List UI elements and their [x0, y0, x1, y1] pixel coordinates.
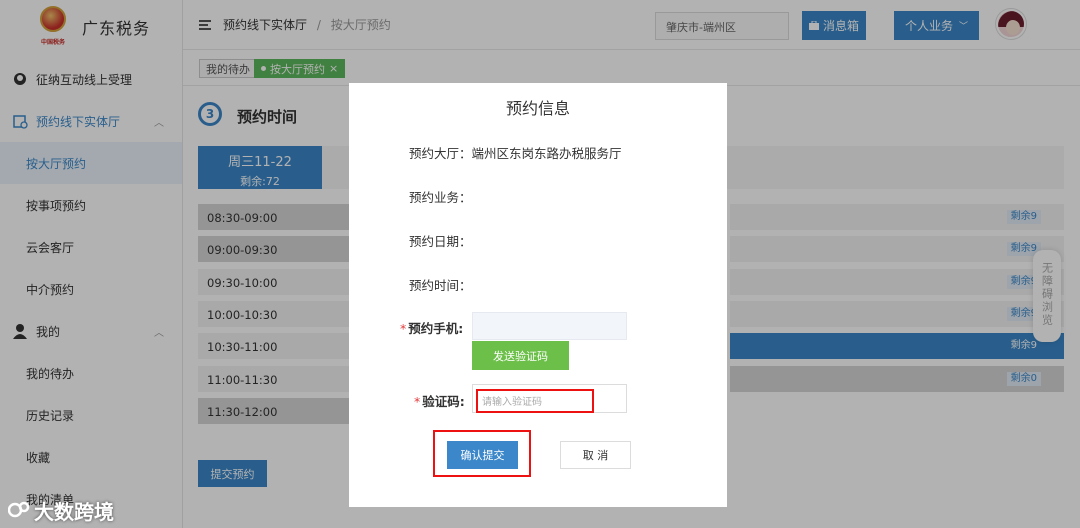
code-label: * 验证码: [414, 394, 465, 409]
highlight-box-code [476, 389, 594, 413]
date-row: 预约日期： [409, 234, 472, 249]
highlight-box-confirm [433, 430, 531, 477]
hall-row: 预约大厅：端州区东岗东路办税服务厅 [409, 146, 622, 161]
modal-title: 预约信息 [505, 99, 570, 118]
watermark-logo-icon [7, 499, 30, 523]
business-row: 预约业务： [409, 190, 472, 205]
watermark: 大数跨境 [7, 496, 114, 525]
appointment-info-modal: 预约信息 预约大厅：端州区东岗东路办税服务厅 预约业务： 预约日期： 预约时间：… [349, 83, 727, 507]
hall-value: 端州区东岗东路办税服务厅 [471, 146, 622, 161]
cancel-button[interactable]: 取 消 [560, 441, 631, 469]
time-row: 预约时间： [409, 278, 472, 293]
phone-input[interactable] [472, 312, 627, 340]
phone-label: * 预约手机: [400, 321, 464, 336]
send-code-button[interactable]: 发送验证码 [472, 341, 569, 370]
